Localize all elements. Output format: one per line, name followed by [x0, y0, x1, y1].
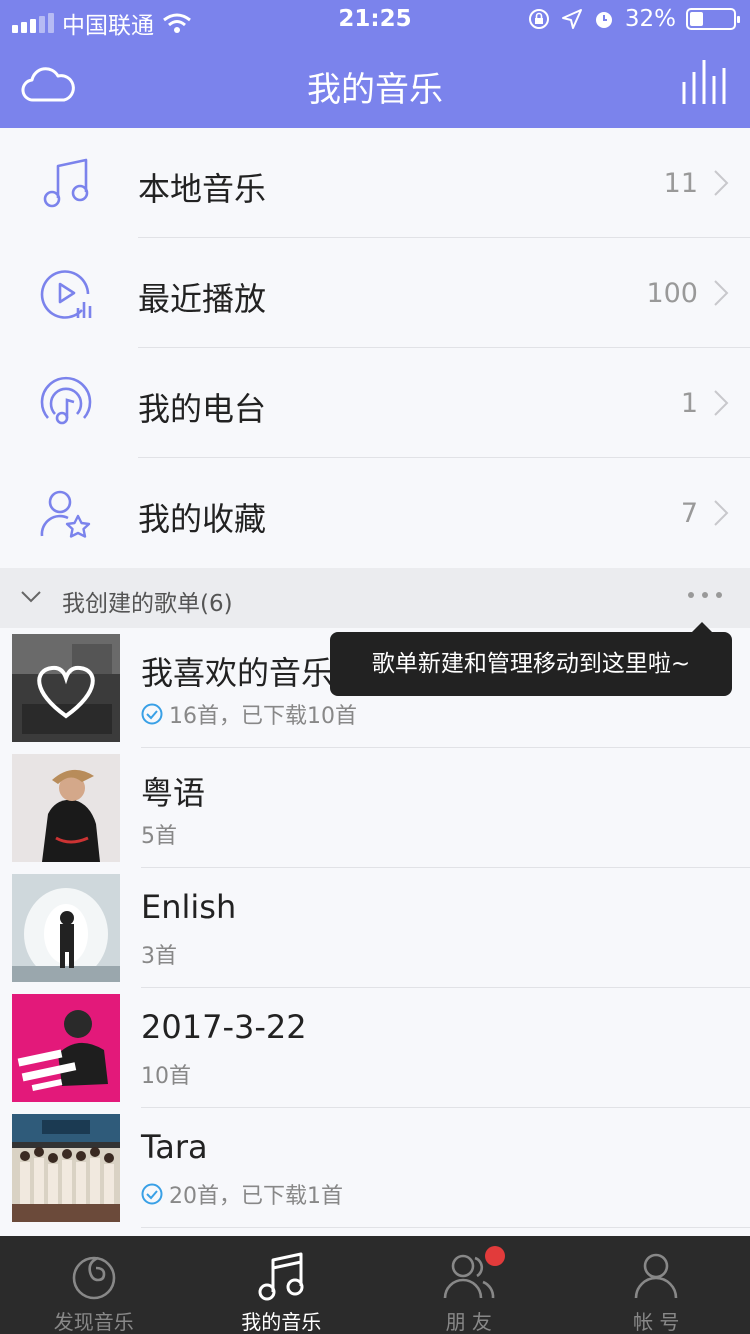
playlist-name: 2017-3-22	[141, 1008, 307, 1046]
playlist-subtitle: 16首，已下载10首	[169, 704, 357, 729]
location-icon	[561, 9, 582, 29]
menu-item-local-music[interactable]: 本地音乐 11	[0, 128, 750, 238]
playlist-subtitle: 20首，已下载1首	[169, 1184, 343, 1209]
playlist-subtitle: 5首	[141, 824, 177, 849]
status-bar: 中国联通 21:25 32%	[0, 0, 750, 40]
tab-account[interactable]: 帐 号	[563, 1236, 750, 1334]
menu-item-my-radio[interactable]: 我的电台 1	[0, 348, 750, 458]
created-playlists-header[interactable]: 我创建的歌单(6)	[0, 568, 750, 628]
playlist-cover	[12, 754, 120, 862]
my-music-menu: 本地音乐 11 最近播放 100 我的电台 1 我的收藏 7	[0, 128, 750, 568]
playlist-name: Enlish	[141, 888, 237, 926]
chevron-down-icon[interactable]	[20, 586, 42, 608]
notification-badge	[485, 1246, 505, 1266]
menu-count: 11	[663, 168, 698, 199]
playlist-item-2017-3-22[interactable]: 2017-3-22 10首	[0, 988, 750, 1108]
tab-discover-music[interactable]: 发现音乐	[0, 1236, 188, 1334]
playlist-manage-tooltip[interactable]: 歌单新建和管理移动到这里啦~	[330, 622, 732, 696]
chevron-right-icon	[714, 500, 729, 526]
menu-label: 我的收藏	[138, 500, 267, 538]
tab-friends[interactable]: 朋 友	[375, 1236, 563, 1334]
menu-count: 7	[680, 498, 698, 529]
divider	[141, 1227, 750, 1228]
rotation-lock-icon	[528, 9, 549, 29]
equalizer-icon[interactable]	[680, 56, 726, 108]
playlist-name: Tara	[141, 1128, 208, 1166]
tab-label: 我的音乐	[241, 1310, 322, 1334]
page-title: 我的音乐	[307, 70, 443, 110]
tab-my-music[interactable]: 我的音乐	[188, 1236, 376, 1334]
battery-icon	[686, 8, 740, 30]
section-title: 我创建的歌单(6)	[62, 591, 233, 617]
tab-label: 帐 号	[633, 1310, 680, 1334]
menu-label: 我的电台	[138, 390, 267, 428]
discover-music-icon	[72, 1256, 116, 1300]
alarm-icon	[595, 12, 612, 28]
bottom-tab-bar: 发现音乐 我的音乐 朋 友 帐 号	[0, 1236, 750, 1334]
chevron-right-icon	[714, 390, 729, 416]
chevron-right-icon	[714, 170, 729, 196]
playlist-cover	[12, 994, 120, 1102]
playlist-cover	[12, 634, 120, 742]
menu-label: 最近播放	[138, 280, 267, 318]
user-star-icon	[40, 490, 91, 538]
downloaded-check-icon	[141, 1183, 163, 1205]
battery-percent: 32%	[624, 6, 676, 32]
menu-item-recent-play[interactable]: 最近播放 100	[0, 238, 750, 348]
playlist-subtitle: 3首	[141, 944, 177, 969]
menu-count: 1	[680, 388, 698, 419]
music-note-icon	[43, 158, 89, 208]
account-icon	[634, 1253, 678, 1299]
playlist-item-tara[interactable]: Tara 20首，已下载1首	[0, 1108, 750, 1228]
tab-label: 朋 友	[445, 1310, 492, 1334]
downloaded-check-icon	[141, 703, 163, 725]
playlist-item-english[interactable]: Enlish 3首	[0, 868, 750, 988]
menu-label: 本地音乐	[138, 170, 267, 208]
playlist-item-cantonese[interactable]: 粤语 5首	[0, 748, 750, 868]
nav-bar: 我的音乐	[0, 40, 750, 128]
radio-icon	[40, 376, 92, 425]
playlist-list: 我喜欢的音乐 16首，已下载10首 粤语 5首 Enlish 3首 2017-3…	[0, 628, 750, 1228]
playlist-name: 我喜欢的音乐	[141, 654, 334, 692]
tab-label: 发现音乐	[53, 1310, 134, 1334]
my-music-icon	[258, 1252, 304, 1301]
more-icon[interactable]	[688, 592, 722, 598]
playlist-cover	[12, 1114, 120, 1222]
recent-play-icon	[40, 270, 92, 319]
playlist-name: 粤语	[141, 774, 206, 812]
top-bar: 中国联通 21:25 32% 我的音乐	[0, 0, 750, 128]
menu-count: 100	[646, 278, 698, 309]
chevron-right-icon	[714, 280, 729, 306]
playlist-cover	[12, 874, 120, 982]
playlist-subtitle: 10首	[141, 1064, 191, 1089]
menu-item-my-favorites[interactable]: 我的收藏 7	[0, 458, 750, 568]
